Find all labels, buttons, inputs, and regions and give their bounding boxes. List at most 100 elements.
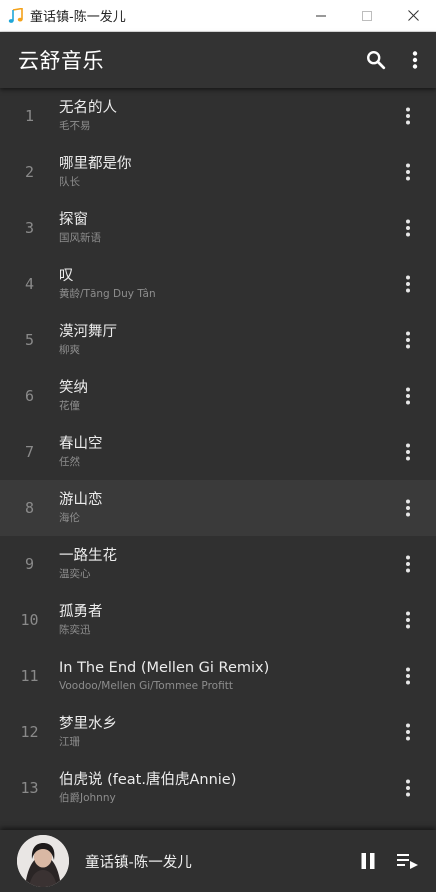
song-more-button[interactable] (380, 648, 436, 704)
playlist-button[interactable] (388, 830, 428, 892)
song-more-button[interactable] (380, 760, 436, 816)
song-artist: 温奕心 (59, 568, 91, 580)
song-more-button[interactable] (380, 312, 436, 368)
song-list: 1 无名的人毛不易 2 哪里都是你队长 3 探窗 国风新语 4 叹黄龄/Tăng Duy Tân… (0, 88, 436, 830)
song-info: 探窗 国风新语 (59, 211, 380, 245)
song-number: 2 (24, 163, 35, 181)
song-row[interactable]: 6 笑纳 花僮 (0, 368, 436, 424)
song-artist: 花僮 (59, 400, 80, 412)
search-button[interactable] (356, 32, 396, 88)
song-number: 8 (24, 499, 35, 517)
song-info: In The End (Mellen Gi Remix) Voodoo/Melle… (59, 659, 380, 693)
song-number: 12 (20, 723, 39, 741)
song-more-button[interactable] (380, 256, 436, 312)
song-more-button[interactable] (380, 200, 436, 256)
song-number: 3 (24, 219, 35, 237)
song-title: 春山空 (59, 436, 103, 452)
song-title: 伯虎说 (feat.唐伯虎Annie) (59, 772, 237, 788)
song-title: 笑纳 (59, 380, 88, 396)
song-info: 孤勇者 陈奕迅 (59, 603, 380, 637)
song-artist: 毛不易 (59, 120, 91, 132)
song-info: 伯虎说 (feat.唐伯虎Annie) 伯爵Johnny (59, 771, 380, 805)
song-number: 1 (24, 107, 35, 125)
song-more-button[interactable] (380, 88, 436, 144)
more-vert-icon (406, 723, 410, 741)
more-vert-icon (406, 387, 410, 405)
song-title: 游山恋 (59, 492, 103, 508)
song-more-button[interactable] (380, 480, 436, 536)
song-title: 哪里都是你 (59, 156, 132, 172)
song-more-button[interactable] (380, 592, 436, 648)
song-artist: Voodoo/Mellen Gi/Tommee Profitt (59, 680, 233, 692)
more-vert-icon (406, 331, 410, 349)
song-more-button[interactable] (380, 368, 436, 424)
window-titlebar[interactable]: 童话镇-陈一发儿 (0, 0, 436, 32)
app-bar: 云舒音乐 (0, 32, 436, 88)
song-row[interactable]: 11 In The End (Mellen Gi Remix) Voodoo/Mel… (0, 648, 436, 704)
song-row[interactable]: 7 春山空 任然 (0, 424, 436, 480)
song-row[interactable]: 3 探窗 国风新语 (0, 200, 436, 256)
app-title: 云舒音乐 (18, 49, 104, 73)
song-title: 无名的人 (59, 100, 117, 116)
menu-button[interactable] (396, 32, 434, 88)
more-vert-icon (406, 107, 410, 125)
more-vert-icon (406, 275, 410, 293)
song-row[interactable]: 8 游山恋 海伦 (0, 480, 436, 536)
song-artist: 伯爵Johnny (59, 792, 116, 804)
song-artist: 黄龄/Tăng Duy Tân (59, 288, 156, 300)
song-row[interactable]: 4 叹黄龄/Tăng Duy Tân (0, 256, 436, 312)
minimize-button[interactable] (298, 0, 344, 32)
maximize-button[interactable] (344, 0, 390, 32)
more-vert-icon (406, 779, 410, 797)
more-vert-icon (406, 163, 410, 181)
song-number: 4 (24, 275, 35, 293)
more-vert-icon (406, 667, 410, 685)
song-title: 一路生花 (59, 548, 117, 564)
player-bar: 童话镇-陈一发儿 (0, 830, 436, 892)
song-info: 无名的人 毛不易 (59, 99, 380, 133)
more-vert-icon (412, 51, 418, 69)
song-number: 5 (24, 331, 35, 349)
search-icon (367, 51, 386, 70)
song-number: 13 (20, 779, 39, 797)
song-row[interactable]: 1 无名的人毛不易 (0, 88, 436, 144)
playlist-play-icon (397, 854, 418, 869)
song-info: 一路生花 温奕心 (59, 547, 380, 581)
song-artist: 陈奕迅 (59, 624, 91, 636)
song-number: 7 (24, 443, 35, 461)
song-info: 春山空 任然 (59, 435, 380, 469)
close-button[interactable] (390, 0, 436, 32)
song-info: 叹黄龄/Tăng Duy Tân (59, 267, 380, 301)
more-vert-icon (406, 555, 410, 573)
song-row[interactable]: 2 哪里都是你队长 (0, 144, 436, 200)
now-playing-title: 童话镇-陈一发儿 (85, 854, 192, 871)
pause-icon (361, 853, 375, 869)
song-row[interactable]: 13 伯虎说 (feat.唐伯虎Annie) 伯爵Johnny (0, 760, 436, 816)
song-info: 游山恋 海伦 (59, 491, 380, 525)
song-info: 哪里都是你 队长 (59, 155, 380, 189)
song-row[interactable]: 10 孤勇者 陈奕迅 (0, 592, 436, 648)
app-window: 童话镇-陈一发儿 云舒音乐 1 无名的人毛不易 2 哪里都是你队长 3 探窗 (0, 0, 436, 892)
more-vert-icon (406, 499, 410, 517)
song-number: 9 (24, 555, 35, 573)
song-artist: 柳爽 (59, 344, 80, 356)
song-row[interactable]: 5 漠河舞厅柳爽 (0, 312, 436, 368)
song-row[interactable]: 12 梦里水乡 江珊 (0, 704, 436, 760)
album-art[interactable] (17, 835, 69, 887)
song-info: 梦里水乡 江珊 (59, 715, 380, 749)
song-more-button[interactable] (380, 424, 436, 480)
song-row[interactable]: 9 一路生花温奕心 (0, 536, 436, 592)
window-title: 童话镇-陈一发儿 (30, 10, 126, 25)
music-note-icon (4, 0, 28, 32)
song-title: In The End (Mellen Gi Remix) (59, 660, 270, 676)
song-more-button[interactable] (380, 144, 436, 200)
song-more-button[interactable] (380, 704, 436, 760)
song-number: 11 (20, 667, 39, 685)
song-artist: 江珊 (59, 736, 80, 748)
song-number: 10 (20, 611, 39, 629)
pause-button[interactable] (348, 830, 388, 892)
more-vert-icon (406, 443, 410, 461)
song-more-button[interactable] (380, 536, 436, 592)
song-artist: 队长 (59, 176, 80, 188)
song-title: 漠河舞厅 (59, 324, 117, 340)
